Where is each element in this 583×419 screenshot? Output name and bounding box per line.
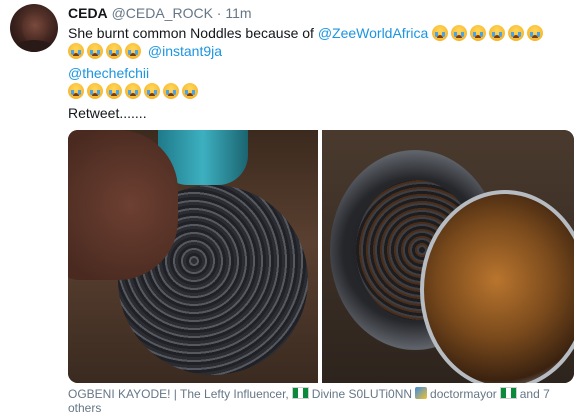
separator-dot: ·	[216, 5, 222, 21]
user-handle[interactable]: @CEDA_ROCK	[112, 5, 213, 21]
avatar-face	[22, 10, 48, 44]
liked-by-user-1[interactable]: OGBENI KAYODE! | The Lefty Influencer,	[68, 387, 289, 401]
tweet-header: CEDA @CEDA_ROCK · 11m	[68, 4, 252, 22]
crying-face-emoji-icon	[144, 83, 160, 99]
timestamp[interactable]: 11m	[225, 5, 251, 21]
crying-face-emoji-icon	[68, 83, 84, 99]
tweet-media[interactable]	[68, 130, 574, 383]
emoji-row-2	[68, 43, 144, 59]
tweet-text-line-1: She burnt common Noddles because of @Zee…	[68, 24, 546, 42]
tweet-text-line-3: @thechefchii	[68, 64, 149, 82]
liked-by: OGBENI KAYODE! | The Lefty Influencer, Di…	[68, 387, 573, 415]
tweet-text: She burnt common Noddles because of	[68, 25, 314, 41]
crying-face-emoji-icon	[125, 43, 141, 59]
mention-zeeworldafrica[interactable]: @ZeeWorldAfrica	[318, 25, 428, 41]
nigeria-flag-icon	[499, 387, 517, 399]
crying-face-emoji-icon	[489, 25, 506, 41]
crying-face-emoji-icon	[451, 25, 468, 41]
liked-by-user-3[interactable]: doctormayor	[430, 387, 497, 401]
crying-face-emoji-icon	[68, 43, 84, 59]
burnt-noodles-in-hand-photo[interactable]	[68, 130, 318, 383]
crying-face-emoji-icon	[182, 83, 198, 99]
emoji-row-4	[68, 83, 201, 99]
mention-thechefchii[interactable]: @thechefchii	[68, 65, 149, 81]
liked-by-suffix-2[interactable]: others	[68, 401, 101, 415]
hand-shape	[68, 130, 178, 280]
crying-face-emoji-icon	[106, 43, 122, 59]
crying-face-emoji-icon	[432, 25, 449, 41]
mention-instant9ja[interactable]: @instant9ja	[148, 43, 222, 59]
burnt-noodles-in-pot-photo[interactable]	[322, 130, 574, 383]
avatar-shoulders	[12, 40, 56, 52]
liked-by-suffix[interactable]: and 7	[520, 387, 550, 401]
display-name[interactable]: CEDA	[68, 5, 108, 21]
crying-face-emoji-icon	[125, 83, 141, 99]
crying-face-emoji-icon	[106, 83, 122, 99]
emoji-row-1	[432, 25, 546, 41]
crying-face-emoji-icon	[87, 83, 103, 99]
crying-face-emoji-icon	[470, 25, 487, 41]
sparkle-badge-icon	[415, 387, 428, 399]
tweet-text-line-2: @instant9ja	[68, 42, 222, 60]
avatar[interactable]	[10, 4, 58, 52]
liked-by-user-2[interactable]: Divine S0LUTi0NN	[312, 387, 412, 401]
nigeria-flag-icon	[291, 387, 309, 399]
crying-face-emoji-icon	[508, 25, 525, 41]
crying-face-emoji-icon	[527, 25, 544, 41]
crying-face-emoji-icon	[163, 83, 179, 99]
tweet-text-line-4	[68, 82, 201, 100]
retweet-text: Retweet.......	[68, 105, 147, 121]
crying-face-emoji-icon	[87, 43, 103, 59]
tweet-text-line-5: Retweet.......	[68, 104, 147, 122]
